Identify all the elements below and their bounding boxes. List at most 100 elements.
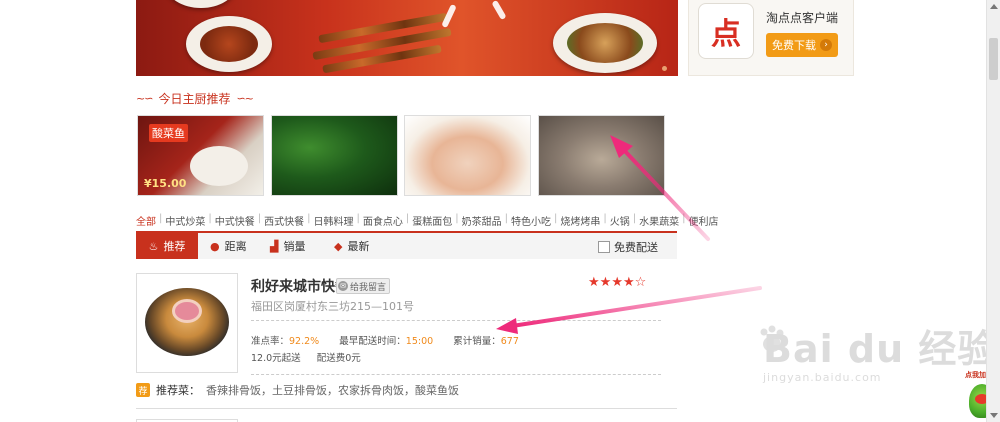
category-link[interactable]: 全部 bbox=[136, 213, 156, 228]
sales-label: 累计销量： bbox=[453, 336, 501, 347]
category-separator: | bbox=[208, 213, 212, 224]
banner-dot bbox=[662, 66, 667, 71]
min-order: 12.0元起送 bbox=[251, 353, 301, 364]
map-pin-icon: ● bbox=[210, 239, 220, 253]
star-filled-icon: ★ bbox=[611, 275, 623, 290]
app-title: 淘点点客户端 bbox=[766, 11, 839, 25]
tab-distance[interactable]: ● 距离 bbox=[210, 233, 247, 259]
scroll-up-icon[interactable] bbox=[990, 4, 998, 9]
free-delivery-label: 免费配送 bbox=[614, 241, 658, 254]
watermark-brand: Bai du 经验 bbox=[763, 327, 997, 371]
category-separator: | bbox=[257, 213, 262, 224]
category-separator: | bbox=[603, 213, 607, 224]
dish-garnish bbox=[175, 302, 199, 320]
app-promo-panel: 点 淘点点客户端 免费下载 › bbox=[688, 0, 854, 76]
category-separator: | bbox=[405, 213, 410, 224]
restaurant-name[interactable]: 利好来城市快餐 bbox=[251, 276, 349, 296]
category-link[interactable]: 蛋糕面包 bbox=[412, 213, 452, 228]
tab-label: 销量 bbox=[283, 240, 306, 253]
chef-pick[interactable]: 酸菜鱼 ¥15.00 bbox=[137, 115, 264, 196]
divider bbox=[251, 320, 661, 321]
divider bbox=[136, 408, 677, 409]
dish-price: ¥15.00 bbox=[144, 177, 187, 190]
category-separator: | bbox=[307, 213, 311, 224]
category-link[interactable]: 水果蔬菜 bbox=[639, 213, 679, 228]
message-badge[interactable]: ✉ 给我留言 bbox=[336, 278, 391, 294]
rating-stars: ★★★★☆ bbox=[588, 275, 646, 290]
tag-icon: ◆ bbox=[334, 239, 343, 253]
promo-banner[interactable] bbox=[136, 0, 678, 76]
banner-brush-stroke bbox=[491, 0, 507, 21]
free-delivery-filter[interactable]: 免费配送 bbox=[598, 239, 658, 255]
category-links: 全部 | 中式炒菜 | 中式快餐 | 西式快餐 | 日韩料理 | 面食点心 | 蛋糕面包 | 奶茶甜品 | 特色… bbox=[136, 213, 719, 228]
category-separator: | bbox=[159, 213, 163, 224]
delivery-fee: 配送费0元 bbox=[316, 353, 361, 364]
tab-label: 最新 bbox=[347, 240, 370, 253]
category-link[interactable]: 特色小吃 bbox=[511, 213, 551, 228]
chef-pick[interactable] bbox=[538, 115, 665, 196]
sort-bar: ♨ 推荐 ● 距离 ▟ 销量 ◆ 最新 免费配送 bbox=[136, 231, 677, 259]
tab-recommend[interactable]: ♨ 推荐 bbox=[136, 233, 198, 259]
free-download-button[interactable]: 免费下载 › bbox=[766, 33, 838, 57]
category-link[interactable]: 火锅 bbox=[610, 213, 630, 228]
sales-value: 677 bbox=[500, 336, 519, 347]
recommend-dishes-text: 香辣排骨饭，土豆排骨饭，农家拆骨肉饭，酸菜鱼饭 bbox=[206, 384, 459, 397]
on-time-label: 准点率： bbox=[251, 336, 290, 347]
category-separator: | bbox=[632, 213, 637, 224]
chef-pick[interactable] bbox=[404, 115, 531, 196]
tab-newest[interactable]: ◆ 最新 bbox=[334, 233, 369, 259]
chevron-right-icon: › bbox=[820, 39, 832, 51]
category-link[interactable]: 奶茶甜品 bbox=[462, 213, 502, 228]
flame-icon: ♨ bbox=[148, 239, 159, 253]
star-filled-icon: ★ bbox=[599, 275, 612, 290]
category-separator: | bbox=[554, 213, 558, 224]
earliest-value: 15:00 bbox=[405, 336, 434, 347]
wave-ornament-icon: ∽~ bbox=[236, 91, 253, 105]
section-title: 今日主厨推荐 bbox=[158, 91, 231, 106]
category-link[interactable]: 便利店 bbox=[689, 213, 719, 228]
taodiandian-logo: 点 bbox=[698, 3, 754, 59]
dish-photo bbox=[145, 288, 229, 356]
dish-bowl bbox=[190, 146, 248, 186]
recommend-badge: 荐 bbox=[136, 383, 150, 397]
star-filled-icon: ★ bbox=[588, 275, 600, 290]
category-link[interactable]: 烧烤烤串 bbox=[560, 213, 600, 228]
tab-label: 距离 bbox=[224, 240, 247, 253]
checkbox[interactable] bbox=[598, 241, 610, 253]
category-separator: | bbox=[455, 213, 459, 224]
tab-sales[interactable]: ▟ 销量 bbox=[270, 233, 305, 259]
restaurant-stats: 准点率：92.2% 最早配送时间：15:00 累计销量：677 bbox=[251, 333, 519, 347]
category-separator: | bbox=[356, 213, 360, 224]
banner-plate bbox=[186, 16, 272, 72]
banner-plate bbox=[166, 0, 236, 8]
banner-plate bbox=[553, 13, 657, 73]
annotation-arrow-icon bbox=[496, 286, 762, 334]
on-time-value: 92.2% bbox=[289, 336, 320, 347]
category-link[interactable]: 面食点心 bbox=[363, 213, 403, 228]
wave-ornament-icon: ~∽ bbox=[136, 91, 153, 105]
dish-tag: 酸菜鱼 bbox=[149, 124, 188, 142]
restaurant-thumbnail[interactable] bbox=[136, 273, 238, 373]
message-icon: ✉ bbox=[338, 281, 348, 291]
delivery-info: 12.0元起送 配送费0元 bbox=[251, 350, 361, 364]
category-link[interactable]: 中式炒菜 bbox=[165, 213, 205, 228]
scroll-thumb[interactable] bbox=[989, 38, 998, 80]
category-link[interactable]: 西式快餐 bbox=[264, 213, 304, 228]
star-filled-icon: ★ bbox=[622, 275, 635, 290]
tab-label: 推荐 bbox=[163, 240, 186, 253]
category-link[interactable]: 日韩料理 bbox=[314, 213, 354, 228]
scroll-down-icon[interactable] bbox=[990, 413, 998, 418]
star-empty-icon: ☆ bbox=[634, 275, 647, 290]
download-label: 免费下载 bbox=[772, 39, 816, 52]
divider bbox=[251, 374, 661, 375]
restaurant-address: 福田区岗厦村东三坊215—101号 bbox=[251, 300, 414, 313]
bar-chart-icon: ▟ bbox=[270, 239, 279, 253]
category-link[interactable]: 中式快餐 bbox=[215, 213, 255, 228]
vertical-scrollbar[interactable] bbox=[986, 0, 1000, 422]
earliest-label: 最早配送时间： bbox=[339, 336, 406, 347]
chef-recommend-heading: ~∽ 今日主厨推荐 ∽~ bbox=[136, 89, 254, 107]
chef-pick[interactable] bbox=[271, 115, 398, 196]
category-separator: | bbox=[504, 213, 508, 224]
recommended-dishes: 荐 推荐菜： 香辣排骨饭，土豆排骨饭，农家拆骨肉饭，酸菜鱼饭 bbox=[136, 382, 459, 398]
recommend-label: 推荐菜： bbox=[156, 384, 200, 397]
